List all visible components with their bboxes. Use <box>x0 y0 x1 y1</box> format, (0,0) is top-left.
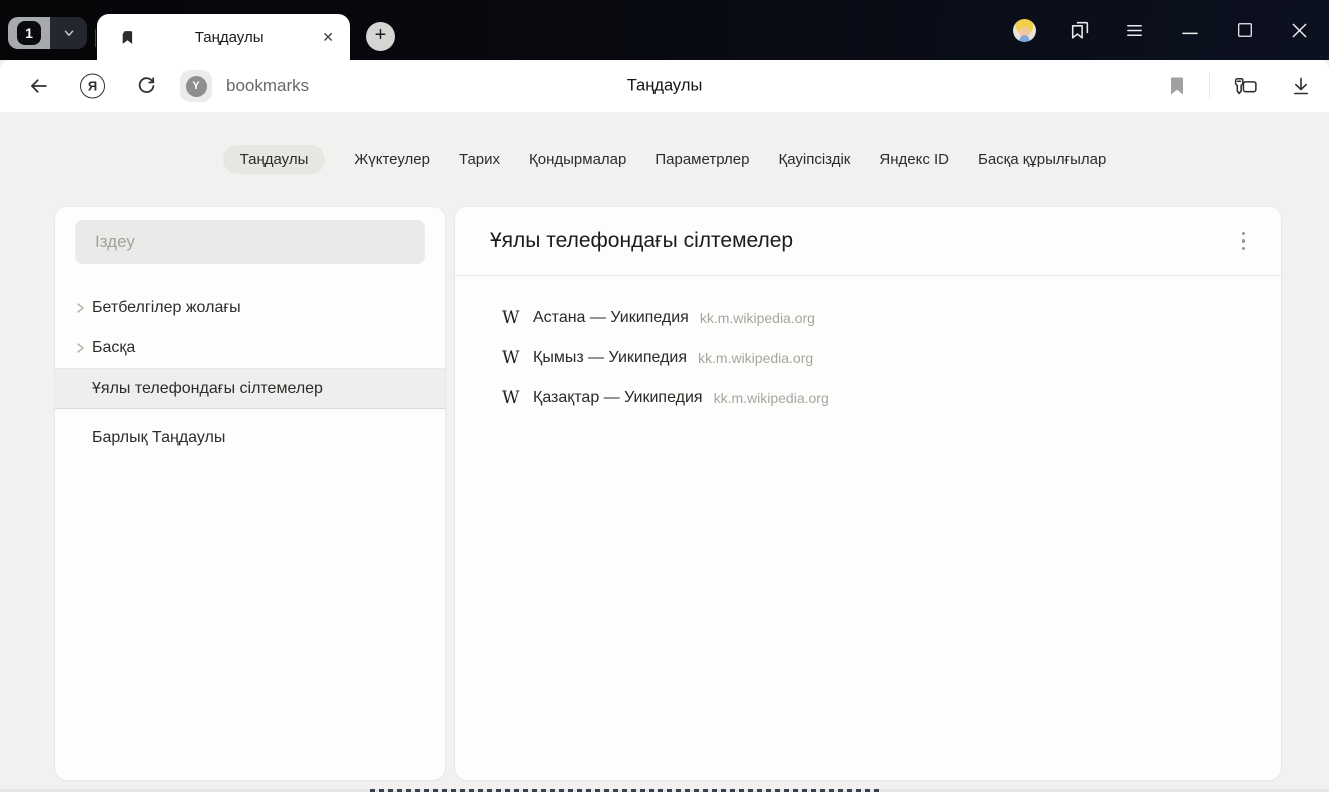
bookmark-url: kk.m.wikipedia.org <box>714 390 829 406</box>
wikipedia-favicon: W <box>502 308 524 328</box>
nav-tab-downloads[interactable]: Жүктеулер <box>354 145 430 174</box>
folder-label: Басқа <box>92 339 135 357</box>
bookmark-item[interactable]: W Қазақтар — Уикипедия kk.m.wikipedia.or… <box>455 378 1281 418</box>
page-nav-tabs: Таңдаулы Жүктеулер Тарих Қондырмалар Пар… <box>0 145 1329 174</box>
tab-title: Таңдаулы <box>136 29 322 46</box>
bookmark-title: Қазақтар — Уикипедия <box>533 389 703 407</box>
all-bookmarks-label: Барлық Таңдаулы <box>92 429 225 447</box>
tab-strip: 1 Таңдаулы ✕ + <box>0 0 1329 60</box>
folder-other[interactable]: Басқа <box>55 328 445 368</box>
new-tab-button[interactable]: + <box>366 22 395 51</box>
nav-tab-other-devices[interactable]: Басқа құрылғылар <box>978 145 1106 174</box>
profile-avatar[interactable] <box>997 0 1052 60</box>
bookmark-title: Қымыз — Уикипедия <box>533 349 687 367</box>
bookmark-icon <box>119 29 136 46</box>
avatar <box>1013 19 1036 42</box>
chevron-right-icon[interactable] <box>74 342 86 354</box>
chevron-down-icon[interactable] <box>50 17 87 49</box>
toolbar-page-title: Таңдаулы <box>0 77 1329 96</box>
side-panels-icon[interactable] <box>1052 0 1107 60</box>
tab-active[interactable]: Таңдаулы ✕ <box>97 14 350 60</box>
nav-tab-yandex-id[interactable]: Яндекс ID <box>879 145 949 174</box>
bookmark-url: kk.m.wikipedia.org <box>698 350 813 366</box>
divider <box>1209 73 1210 99</box>
bookmark-item[interactable]: W Қымыз — Уикипедия kk.m.wikipedia.org <box>455 338 1281 378</box>
password-manager-icon[interactable] <box>1232 74 1259 98</box>
close-window-button[interactable] <box>1272 0 1327 60</box>
wikipedia-favicon: W <box>502 388 524 408</box>
chevron-right-icon[interactable] <box>74 302 86 314</box>
bookmark-filled-icon[interactable] <box>1168 76 1186 97</box>
folder-list: Бетбелгілер жолағы Басқа Ұялы телефондағ… <box>55 288 445 467</box>
menu-icon[interactable] <box>1107 0 1162 60</box>
browser-window: 1 Таңдаулы ✕ + <box>0 0 1329 792</box>
search-input[interactable] <box>75 220 425 264</box>
bookmark-url: kk.m.wikipedia.org <box>700 310 815 326</box>
window-controls <box>997 0 1327 60</box>
all-bookmarks-item[interactable]: Барлық Таңдаулы <box>55 409 445 467</box>
browser-toolbar: Я Y bookmarks Таңдаулы <box>0 60 1329 112</box>
bookmarks-panel: Ұялы телефондағы сілтемелер W Астана — У… <box>455 207 1281 780</box>
folders-sidebar: Бетбелгілер жолағы Басқа Ұялы телефондағ… <box>55 207 445 780</box>
bookmarks-page: Таңдаулы Жүктеулер Тарих Қондырмалар Пар… <box>0 112 1329 792</box>
folder-bookmarks-bar[interactable]: Бетбелгілер жолағы <box>55 288 445 328</box>
tab-counter-control[interactable]: 1 <box>8 17 87 49</box>
nav-tab-security[interactable]: Қауіпсіздік <box>778 145 850 174</box>
tab-count-badge: 1 <box>8 17 50 49</box>
tab-count-value: 1 <box>17 21 41 45</box>
folder-mobile-links[interactable]: Ұялы телефондағы сілтемелер <box>55 368 445 408</box>
bookmark-list: W Астана — Уикипедия kk.m.wikipedia.org … <box>455 276 1281 418</box>
wikipedia-favicon: W <box>502 348 524 368</box>
panel-title: Ұялы телефондағы сілтемелер <box>490 229 1236 253</box>
minimize-button[interactable] <box>1162 0 1217 60</box>
nav-tab-extensions[interactable]: Қондырмалар <box>529 145 626 174</box>
nav-tab-history[interactable]: Тарих <box>459 145 500 174</box>
close-icon[interactable]: ✕ <box>322 29 334 46</box>
folder-label: Бетбелгілер жолағы <box>92 299 241 317</box>
kebab-menu-icon[interactable] <box>1236 226 1252 257</box>
panel-header: Ұялы телефондағы сілтемелер <box>455 207 1281 276</box>
bookmark-item[interactable]: W Астана — Уикипедия kk.m.wikipedia.org <box>455 298 1281 338</box>
maximize-button[interactable] <box>1217 0 1272 60</box>
nav-tab-favorites[interactable]: Таңдаулы <box>223 145 326 174</box>
bookmark-title: Астана — Уикипедия <box>533 309 689 327</box>
download-icon[interactable] <box>1290 75 1312 97</box>
divider <box>95 29 96 47</box>
folder-label: Ұялы телефондағы сілтемелер <box>92 380 323 398</box>
nav-tab-settings[interactable]: Параметрлер <box>655 145 749 174</box>
